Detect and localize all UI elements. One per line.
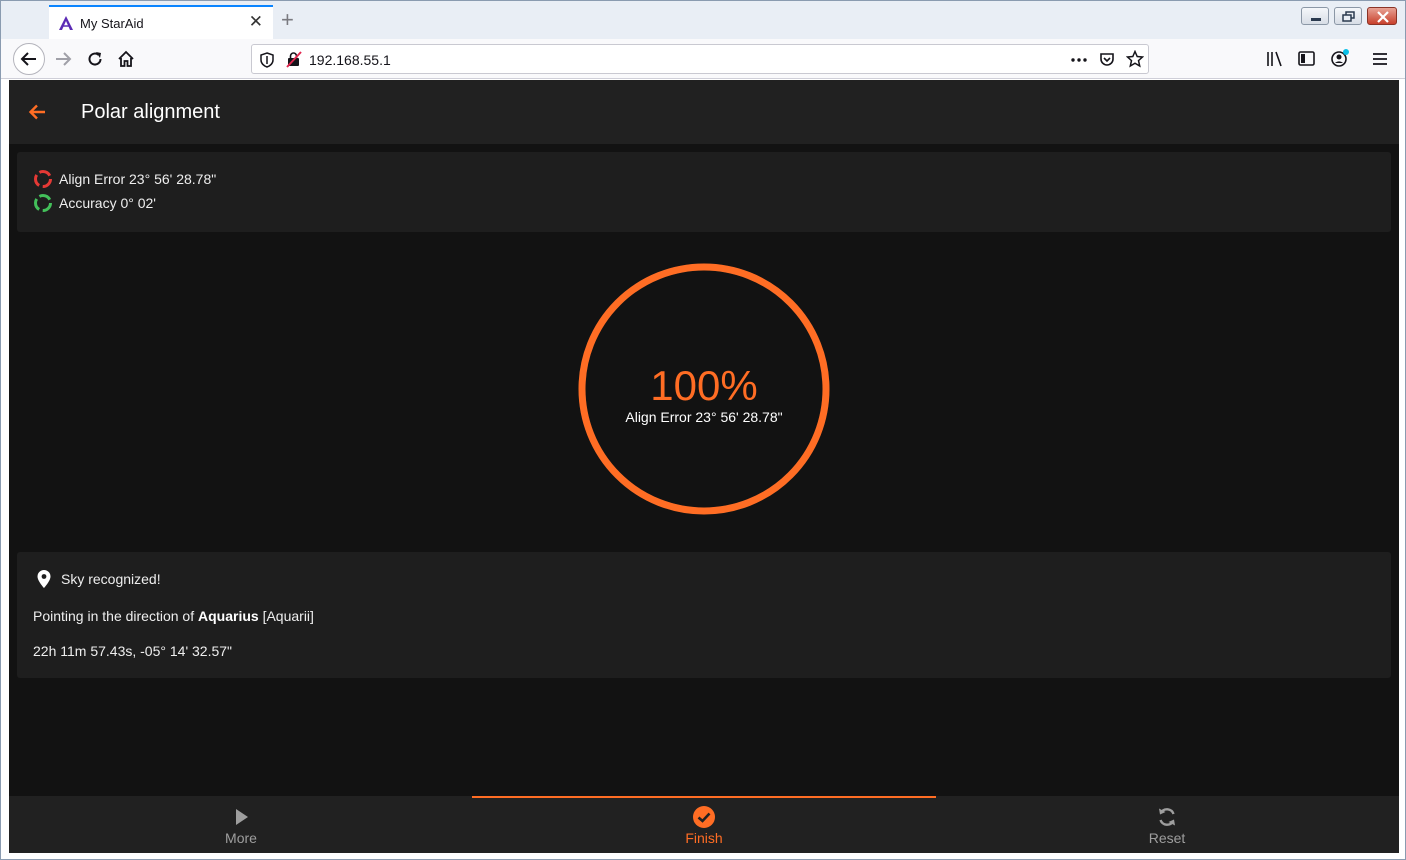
page-actions-icon[interactable] — [1070, 57, 1088, 63]
staraid-logo-icon — [59, 16, 73, 30]
nav-more-button[interactable]: More — [9, 796, 473, 853]
nav-reset-button[interactable]: Reset — [935, 796, 1399, 853]
sky-recognition-card: Sky recognized! Pointing in the directio… — [17, 552, 1391, 678]
reload-button[interactable] — [79, 43, 111, 75]
app-bar: Polar alignment — [9, 80, 1399, 144]
accuracy-text: Accuracy 0° 02' — [59, 195, 156, 211]
bottom-navigation: More Finish Reset — [9, 796, 1399, 853]
url-text[interactable]: 192.168.55.1 — [309, 52, 391, 68]
active-tab-indicator — [472, 796, 936, 798]
browser-window: My StarAid ✕ + 192.168.55.1 Polar alignm… — [0, 0, 1406, 860]
gauge-subtitle: Align Error 23° 56' 28.78" — [625, 409, 783, 425]
success-ring-icon — [34, 194, 52, 212]
browser-tab[interactable]: My StarAid ✕ — [49, 5, 273, 39]
window-close-icon — [1377, 11, 1389, 23]
pointing-direction: Pointing in the direction of Aquarius [A… — [33, 608, 314, 624]
restore-icon — [1342, 11, 1355, 22]
page-title: Polar alignment — [81, 101, 220, 123]
location-pin-icon — [37, 570, 51, 588]
reload-icon — [88, 52, 102, 66]
sky-coordinates: 22h 11m 57.43s, -05° 14' 32.57" — [33, 643, 233, 659]
window-close-button[interactable] — [1367, 7, 1397, 25]
library-icon[interactable] — [1266, 51, 1284, 67]
sky-heading-row: Sky recognized! — [35, 569, 161, 589]
home-button[interactable] — [110, 43, 142, 75]
new-tab-icon[interactable]: + — [281, 9, 294, 31]
play-icon — [236, 809, 248, 825]
menu-icon[interactable] — [1372, 51, 1388, 67]
arrow-left-icon — [20, 52, 36, 66]
check-circle-icon — [693, 806, 715, 828]
nav-finish-label: Finish — [685, 830, 723, 846]
minimize-icon — [1311, 18, 1321, 21]
pointing-prefix: Pointing in the direction of — [33, 608, 195, 624]
back-arrow-icon[interactable] — [27, 102, 47, 122]
pocket-icon[interactable] — [1099, 51, 1115, 67]
back-button[interactable] — [13, 43, 45, 75]
error-ring-icon — [34, 170, 52, 188]
alignment-status-card: Align Error 23° 56' 28.78" Accuracy 0° 0… — [17, 152, 1391, 232]
tab-title: My StarAid — [80, 16, 144, 31]
browser-titlebar: My StarAid ✕ + — [1, 1, 1405, 39]
refresh-icon — [1159, 808, 1175, 826]
nav-finish-button[interactable]: Finish — [472, 796, 936, 853]
constellation-name: Aquarius — [198, 608, 259, 624]
arrow-right-icon — [56, 52, 72, 66]
home-icon — [118, 50, 134, 67]
forward-button[interactable] — [47, 43, 79, 75]
sky-heading: Sky recognized! — [61, 571, 161, 587]
gauge-percent: 100% — [650, 362, 758, 409]
sidebar-icon[interactable] — [1298, 51, 1316, 67]
accuracy-row: Accuracy 0° 02' — [33, 193, 156, 213]
constellation-latin: [Aquarii] — [262, 608, 314, 624]
shield-icon — [260, 52, 274, 68]
bookmark-star-icon[interactable] — [1126, 50, 1144, 68]
align-error-text: Align Error 23° 56' 28.78" — [59, 171, 217, 187]
nav-more-label: More — [225, 830, 257, 846]
window-maximize-button[interactable] — [1334, 7, 1362, 25]
tab-close-icon[interactable]: ✕ — [249, 13, 263, 31]
nav-reset-label: Reset — [1148, 830, 1186, 846]
url-bar[interactable]: 192.168.55.1 — [251, 44, 1149, 74]
align-error-row: Align Error 23° 56' 28.78" — [33, 169, 216, 189]
browser-toolbar: 192.168.55.1 — [1, 39, 1405, 79]
insecure-lock-icon — [286, 51, 302, 68]
account-icon[interactable] — [1330, 48, 1350, 68]
window-minimize-button[interactable] — [1301, 7, 1329, 25]
staraid-app: Polar alignment Align Error 23° 56' 28.7… — [9, 80, 1399, 853]
